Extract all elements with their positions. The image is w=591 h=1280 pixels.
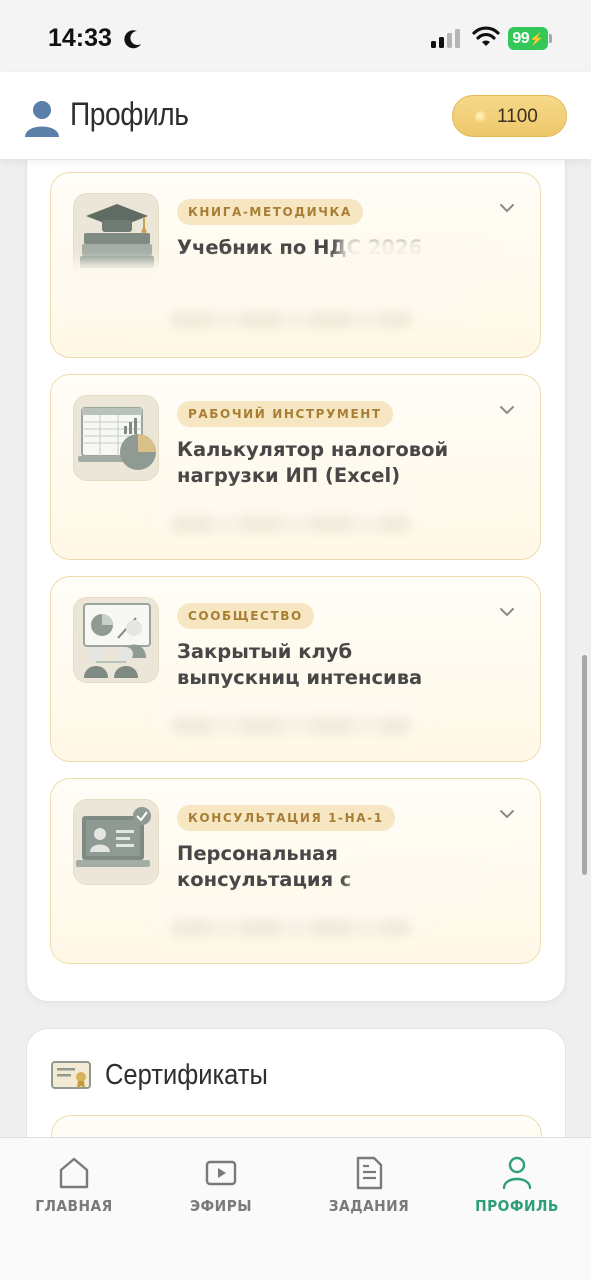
moon-icon [124,30,141,49]
coin-icon [475,111,487,123]
status-bar: 14:33 99⚡ [0,0,591,72]
redacted-area [171,515,411,533]
coin-balance-badge[interactable]: 1100 [452,95,567,137]
chevron-down-icon[interactable] [500,203,514,213]
battery-indicator: 99⚡ [508,27,548,50]
product-title: Калькулятор налоговой нагрузки ИП (Excel… [177,438,449,487]
nav-item-home[interactable]: ГЛАВНАЯ [0,1138,148,1238]
product-card[interactable]: РАБОЧИЙ ИНСТРУМЕНТ Калькулятор налоговой… [50,374,541,560]
nav-label: ПРОФИЛЬ [475,1197,559,1215]
spreadsheet-chart-icon [73,395,159,481]
nav-label: ЗАДАНИЯ [328,1197,410,1215]
battery-level: 99 [512,30,530,47]
nav-label: ГЛАВНАЯ [35,1197,113,1215]
redacted-area [171,311,411,329]
nav-item-streams[interactable]: ЭФИРЫ [147,1138,295,1238]
play-icon [205,1160,237,1186]
page-title: Профиль [70,96,189,132]
product-tag: СООБЩЕСТВО [177,603,314,629]
battery-tip [549,34,552,43]
nav-label: ЭФИРЫ [189,1197,253,1215]
cellular-signal-icon [431,29,460,48]
certificates-title: Сертификаты [105,1059,268,1091]
charging-bolt-icon: ⚡ [529,32,544,46]
nav-item-profile[interactable]: ПРОФИЛЬ [443,1138,591,1238]
chevron-down-icon[interactable] [500,405,514,415]
home-icon [59,1157,89,1189]
redacted-area [61,261,461,311]
chevron-down-icon[interactable] [500,809,514,819]
wifi-icon [472,26,500,46]
product-card[interactable]: КНИГА-МЕТОДИЧКА Учебник по НДС 2026 [50,172,541,358]
bottom-navigation: ГЛАВНАЯ ЭФИРЫ ЗАДАНИЯ ПРОФИЛЬ [0,1137,591,1280]
product-tag: РАБОЧИЙ ИНСТРУМЕНТ [177,401,393,427]
redacted-area [171,717,411,735]
redacted-area [351,867,481,901]
nav-item-tasks[interactable]: ЗАДАНИЯ [295,1138,443,1238]
consultation-laptop-icon [73,799,159,885]
document-icon [356,1156,383,1190]
chevron-down-icon[interactable] [500,607,514,617]
coin-balance-value: 1100 [497,106,538,127]
product-title: Закрытый клуб выпускниц интенсива [177,640,423,689]
status-time: 14:33 [48,24,112,52]
product-card[interactable]: СООБЩЕСТВО Закрытый клуб выпускниц интен… [50,576,541,762]
product-tag: КНИГА-МЕТОДИЧКА [177,199,363,225]
user-avatar-icon [25,101,59,137]
user-icon [502,1156,532,1190]
scrollbar[interactable] [582,655,587,875]
product-tag: КОНСУЛЬТАЦИЯ 1-НА-1 [177,805,395,831]
community-presentation-icon [73,597,159,683]
product-card[interactable]: КОНСУЛЬТАЦИЯ 1-НА-1 Персональная консуль… [50,778,541,964]
app-header: Профиль 1100 [0,72,591,160]
certificate-icon [51,1061,91,1089]
redacted-area [171,919,411,937]
